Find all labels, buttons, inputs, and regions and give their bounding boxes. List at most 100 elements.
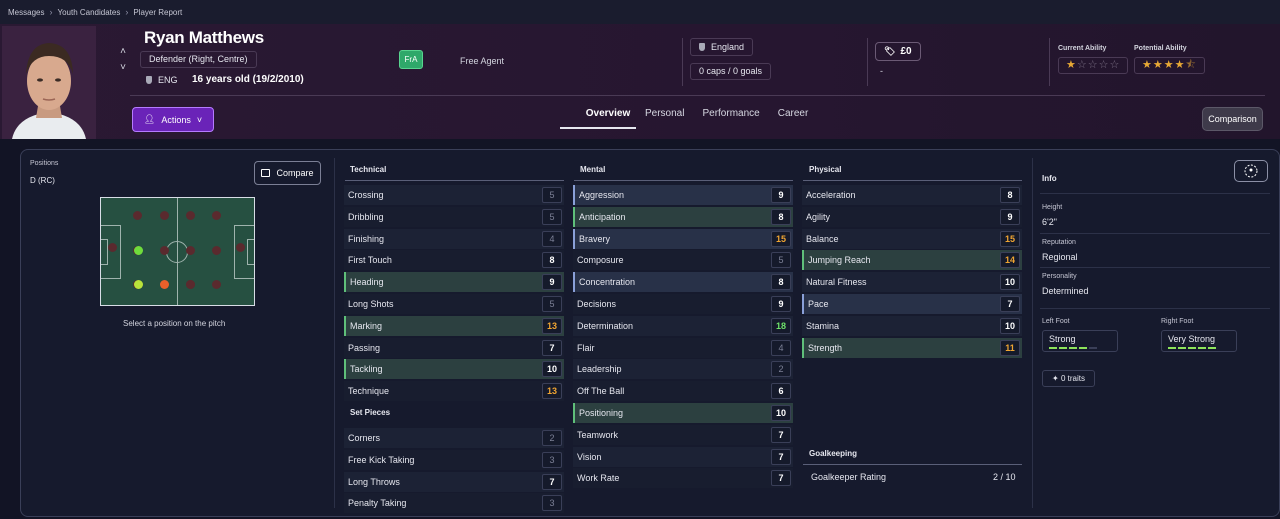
- personality-value: Determined: [1042, 286, 1089, 296]
- value-text: £0: [900, 46, 912, 57]
- divider: [334, 158, 335, 508]
- attribute-row[interactable]: Agility 9: [802, 206, 1022, 227]
- shield-icon: [699, 43, 705, 51]
- pitch[interactable]: [100, 197, 255, 306]
- attribute-row[interactable]: Natural Fitness 10: [802, 272, 1022, 293]
- attribute-value: 8: [771, 274, 791, 291]
- attribute-row[interactable]: Strength 11: [802, 337, 1022, 358]
- nation-pill[interactable]: England: [690, 38, 754, 56]
- left-foot-value: Strong: [1049, 334, 1076, 344]
- section-rule: [1040, 233, 1270, 234]
- compare-icon: [261, 169, 271, 177]
- foot-bar-segment: [1208, 347, 1216, 349]
- pitch-position-marker[interactable]: [212, 211, 221, 220]
- attribute-row[interactable]: Off The Ball 6: [573, 381, 793, 402]
- foot-bar-segment: [1089, 347, 1097, 349]
- header-divider: [130, 95, 1265, 96]
- compare-button[interactable]: Compare: [254, 161, 321, 185]
- pitch-position-marker[interactable]: [160, 280, 169, 289]
- attribute-row[interactable]: Balance 15: [802, 228, 1022, 249]
- attribute-row[interactable]: Crossing 5: [344, 185, 564, 205]
- breadcrumb-messages[interactable]: Messages: [8, 8, 44, 17]
- attribute-row[interactable]: Anticipation 8: [573, 206, 793, 227]
- attribute-row[interactable]: Free Kick Taking 3: [344, 449, 564, 470]
- attribute-row[interactable]: Marking 13: [344, 315, 564, 336]
- attribute-row[interactable]: Positioning 10: [573, 403, 793, 423]
- right-foot-rating: Very Strong: [1161, 330, 1237, 352]
- attribute-row[interactable]: Decisions 9: [573, 294, 793, 314]
- attribute-row[interactable]: Flair 4: [573, 337, 793, 358]
- attribute-row[interactable]: Dribbling 5: [344, 206, 564, 227]
- pitch-position-marker[interactable]: [134, 246, 143, 255]
- pitch-position-marker[interactable]: [160, 246, 169, 255]
- attribute-row[interactable]: Corners 2: [344, 428, 564, 448]
- tag-icon: 🏷: [884, 46, 896, 56]
- attribute-row[interactable]: Pace 7: [802, 294, 1022, 314]
- attribute-name: Passing: [348, 342, 381, 353]
- section-rule: [1040, 193, 1270, 194]
- attribute-row[interactable]: Bravery 15: [573, 228, 793, 249]
- attribute-row[interactable]: Passing 7: [344, 337, 564, 358]
- pitch-position-marker[interactable]: [186, 246, 195, 255]
- pitch-position-marker[interactable]: [160, 211, 169, 220]
- attribute-row[interactable]: Heading 9: [344, 272, 564, 293]
- pitch-position-marker[interactable]: [236, 243, 245, 252]
- pitch-position-marker[interactable]: [212, 246, 221, 255]
- attribute-row[interactable]: First Touch 8: [344, 250, 564, 271]
- pitch-position-marker[interactable]: [134, 280, 143, 289]
- attribute-row[interactable]: Long Shots 5: [344, 294, 564, 314]
- pitch-position-marker[interactable]: [133, 211, 142, 220]
- customize-icon[interactable]: [1234, 160, 1268, 182]
- pitch-position-marker[interactable]: [212, 280, 221, 289]
- pitch-position-marker[interactable]: [108, 243, 117, 252]
- attribute-row[interactable]: Determination 18: [573, 315, 793, 336]
- tab-personal[interactable]: Personal: [636, 107, 693, 129]
- breadcrumb-youth-candidates[interactable]: Youth Candidates: [57, 8, 120, 17]
- attribute-name: Balance: [806, 233, 839, 244]
- pitch-position-marker[interactable]: [186, 211, 195, 220]
- attribute-row[interactable]: Aggression 9: [573, 185, 793, 205]
- actions-button[interactable]: 👤︎ Actions ˅: [132, 107, 214, 132]
- attribute-value: 5: [542, 187, 562, 203]
- pitch-position-marker[interactable]: [186, 280, 195, 289]
- attribute-row[interactable]: Composure 5: [573, 250, 793, 271]
- attribute-row[interactable]: Teamwork 7: [573, 424, 793, 445]
- attribute-value: 7: [542, 473, 562, 490]
- attribute-name: Determination: [577, 320, 634, 331]
- attribute-row[interactable]: Penalty Taking 3: [344, 493, 564, 514]
- foot-bar-segment: [1178, 347, 1186, 349]
- attribute-row[interactable]: Work Rate 7: [573, 468, 793, 489]
- tab-career[interactable]: Career: [769, 107, 818, 129]
- attribute-name: Marking: [350, 320, 383, 331]
- foot-bar-segment: [1188, 347, 1196, 349]
- attribute-name: Concentration: [579, 277, 636, 288]
- comparison-button[interactable]: Comparison: [1202, 107, 1263, 131]
- foot-bar-segment: [1168, 347, 1176, 349]
- attribute-row[interactable]: Leadership 2: [573, 359, 793, 380]
- attribute-name: Anticipation: [579, 211, 626, 222]
- attribute-row[interactable]: Vision 7: [573, 446, 793, 467]
- chevron-up-icon[interactable]: ˄: [116, 44, 130, 60]
- attribute-row[interactable]: Concentration 8: [573, 272, 793, 293]
- breadcrumb: Messages › Youth Candidates › Player Rep…: [0, 0, 1280, 24]
- attribute-name: Leadership: [577, 364, 622, 375]
- sparkle-icon: ✦: [1052, 374, 1059, 383]
- attribute-value: 7: [771, 448, 791, 465]
- attribute-row[interactable]: Stamina 10: [802, 315, 1022, 336]
- attribute-row[interactable]: Tackling 10: [344, 359, 564, 380]
- attribute-value: 9: [771, 296, 791, 312]
- tab-overview[interactable]: Overview: [560, 107, 636, 129]
- chevron-down-icon[interactable]: ˅: [116, 60, 130, 76]
- attribute-row[interactable]: Jumping Reach 14: [802, 250, 1022, 271]
- attribute-name: Free Kick Taking: [348, 454, 415, 465]
- goalkeeping-title: Goalkeeping: [809, 449, 858, 458]
- attribute-value: 4: [542, 230, 562, 247]
- traits-button[interactable]: ✦ 0 traits: [1042, 370, 1095, 387]
- attribute-value: 7: [771, 470, 791, 487]
- attribute-row[interactable]: Long Throws 7: [344, 471, 564, 492]
- attribute-name: Strength: [808, 342, 843, 353]
- attribute-row[interactable]: Finishing 4: [344, 228, 564, 249]
- tab-performance[interactable]: Performance: [693, 107, 768, 129]
- attribute-row[interactable]: Acceleration 8: [802, 185, 1022, 205]
- attribute-row[interactable]: Technique 13: [344, 381, 564, 402]
